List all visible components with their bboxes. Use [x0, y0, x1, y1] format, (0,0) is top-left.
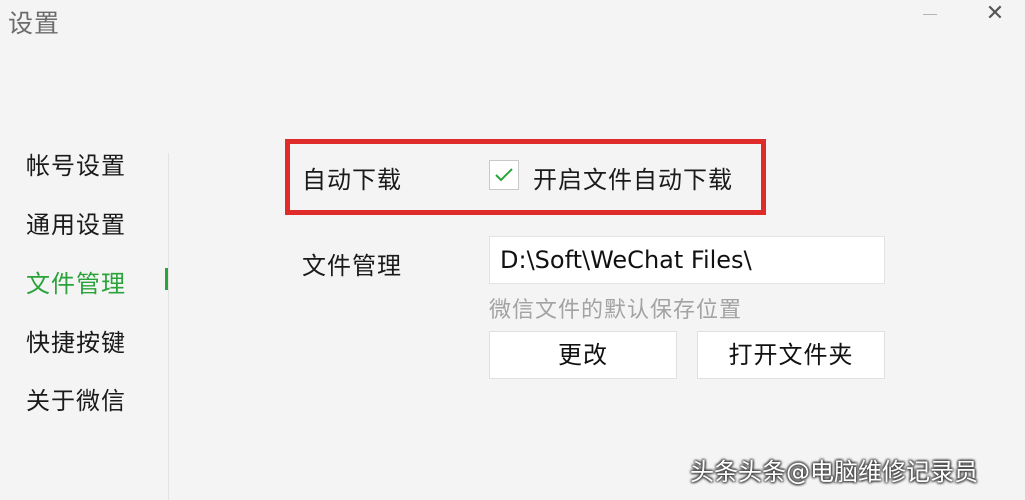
change-button[interactable]: 更改	[489, 331, 677, 379]
file-path-field: D:\Soft\WeChat Files\	[489, 236, 885, 284]
watermark-text: 头条头条@电脑维修记录员	[690, 458, 978, 486]
window-title: 设置	[8, 9, 61, 38]
sidebar-item-file-management[interactable]: 文件管理	[26, 264, 126, 299]
file-path-hint: 微信文件的默认保存位置	[489, 298, 743, 323]
close-icon[interactable]: ✕	[981, 2, 1009, 28]
minimize-icon[interactable]	[916, 8, 946, 22]
settings-window: 设置 ✕ 帐号设置 通用设置 文件管理 快捷按键 关于微信 自动下载 开启文件自…	[0, 0, 1025, 500]
active-indicator	[165, 268, 168, 290]
sidebar-item-general[interactable]: 通用设置	[26, 205, 126, 240]
sidebar-item-shortcuts[interactable]: 快捷按键	[26, 323, 126, 358]
file-management-label: 文件管理	[302, 252, 402, 280]
auto-download-label: 自动下载	[302, 166, 402, 194]
auto-download-checkbox[interactable]	[489, 160, 519, 190]
checkmark-icon	[495, 168, 513, 182]
auto-download-checkbox-label[interactable]: 开启文件自动下载	[533, 160, 733, 195]
sidebar-item-about[interactable]: 关于微信	[26, 381, 126, 416]
sidebar-divider	[168, 153, 169, 500]
open-folder-button[interactable]: 打开文件夹	[697, 331, 885, 379]
sidebar-item-account[interactable]: 帐号设置	[26, 146, 126, 181]
